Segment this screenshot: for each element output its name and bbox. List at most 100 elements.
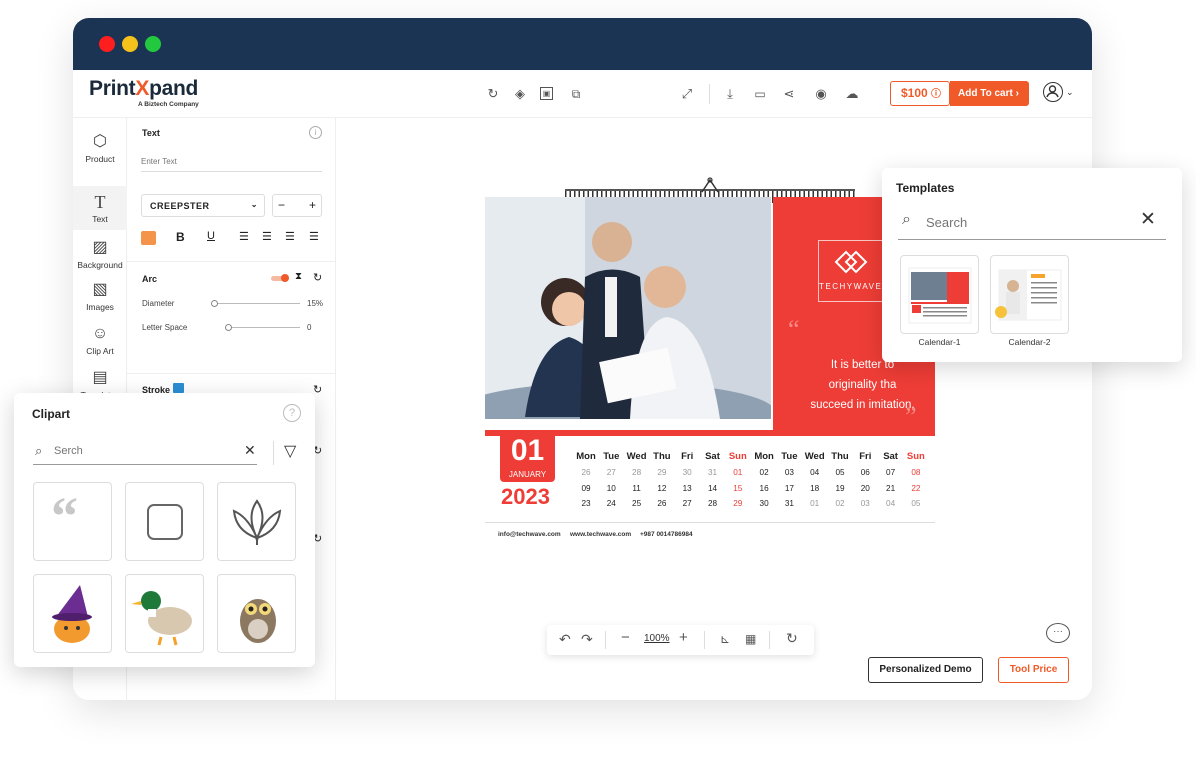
template-tile-calendar-2[interactable]	[990, 255, 1069, 334]
clipart-tile-duck[interactable]	[125, 574, 204, 653]
calendar-photo[interactable]	[455, 197, 775, 442]
calendar-day: 30	[682, 468, 692, 477]
price-badge[interactable]: $100 ⓘ	[890, 81, 950, 106]
clipart-search-input[interactable]	[54, 442, 244, 460]
search-icon: ⌕	[35, 443, 43, 458]
calendar-day: 23	[581, 499, 591, 508]
color-swatch[interactable]	[141, 231, 156, 245]
send-backward-icon[interactable]: ⧉	[568, 86, 584, 102]
sidebar-item-images[interactable]: ▧ Images	[73, 274, 127, 318]
bold-icon[interactable]: B	[176, 230, 185, 244]
calendar-day: 20	[860, 483, 870, 493]
info-icon[interactable]: i	[309, 126, 322, 139]
footer-phone: +987 0014786984	[640, 531, 693, 538]
font-select[interactable]: CREEPSTER ⌄	[141, 194, 265, 217]
close-window-button[interactable]	[99, 36, 115, 52]
reset-icon[interactable]: ↻	[313, 383, 322, 396]
calendar-day: 24	[606, 499, 616, 508]
underline-icon[interactable]: U	[207, 230, 215, 242]
sidebar-item-background[interactable]: ▨ Background	[73, 232, 127, 276]
refresh-icon[interactable]: ↻	[485, 86, 501, 102]
calendar-design[interactable]: TECHYWAVE “ It is better to originality t…	[455, 172, 935, 552]
template-label-calendar-1: Calendar-1	[918, 337, 961, 347]
diameter-value: 15%	[307, 299, 324, 308]
calendar-weekday: Wed	[626, 451, 647, 462]
clipart-popup: Clipart ? ⌕ ✕ ▽ “	[14, 393, 315, 667]
templates-title: Templates	[896, 181, 955, 195]
reset-view-icon[interactable]: ↻	[786, 630, 798, 647]
share-icon[interactable]: ⋖	[781, 86, 797, 102]
minimize-window-button[interactable]	[122, 36, 138, 52]
clipart-tile-quote[interactable]: “	[33, 482, 112, 561]
calendar-weekday: Sat	[883, 451, 898, 462]
templates-search-input[interactable]	[926, 213, 1126, 231]
quote-icon: “	[51, 486, 78, 546]
sidebar-item-clip-art[interactable]: ☺ Clip Art	[73, 318, 127, 362]
logo-mark-icon	[834, 250, 867, 274]
arc-toggle[interactable]	[271, 274, 289, 282]
ruler-icon[interactable]: ⊾	[720, 632, 730, 646]
calendar-day: 16	[759, 483, 769, 493]
download-icon[interactable]: ⤓	[722, 86, 738, 102]
fullscreen-icon[interactable]: ⤢	[679, 86, 695, 102]
calendar-day: 09	[581, 483, 591, 493]
sidebar-item-text[interactable]: T Text	[73, 186, 127, 230]
text-input[interactable]	[141, 152, 322, 172]
avatar[interactable]	[1043, 82, 1063, 102]
undo-icon[interactable]: ↶	[559, 631, 571, 648]
text-icon: T	[94, 192, 106, 212]
zoom-in-icon[interactable]: +	[679, 629, 688, 646]
diameter-slider[interactable]	[211, 300, 300, 307]
maximize-window-button[interactable]	[145, 36, 161, 52]
calendar-day: 06	[860, 468, 870, 477]
calendar-day: 22	[911, 483, 921, 493]
rounded-square-icon	[147, 504, 183, 540]
layers-icon[interactable]: ◈	[512, 86, 528, 102]
chevron-down-icon[interactable]: ⌄	[1066, 87, 1074, 98]
redo-icon[interactable]: ↷	[581, 631, 593, 648]
personalized-demo-button[interactable]: Personalized Demo	[868, 657, 983, 683]
calendar-day: 31	[784, 499, 794, 508]
clipart-tile-owl[interactable]	[217, 574, 296, 653]
lotus-icon	[232, 499, 282, 545]
align-center-icon[interactable]: ☰	[262, 230, 272, 243]
clipart-tile-lotus[interactable]	[217, 482, 296, 561]
align-left-icon[interactable]: ☰	[239, 230, 249, 243]
template-tile-calendar-1[interactable]	[900, 255, 979, 334]
calendar-day: 30	[759, 499, 769, 508]
calendar-day: 28	[632, 468, 642, 477]
font-size-stepper[interactable]: − +	[272, 194, 322, 217]
zoom-out-icon[interactable]: −	[621, 629, 630, 646]
calendar-day: 03	[860, 499, 870, 508]
bring-forward-icon[interactable]: ▣	[540, 87, 553, 100]
reset-icon[interactable]: ↻	[313, 271, 322, 284]
clipart-tile-square[interactable]	[125, 482, 204, 561]
clear-search-icon[interactable]: ✕	[244, 442, 256, 459]
clear-search-icon[interactable]: ✕	[1140, 208, 1156, 231]
preview-eye-icon[interactable]: ◉	[813, 86, 829, 102]
filter-icon[interactable]: ▽	[284, 441, 296, 461]
letter-space-slider[interactable]	[225, 324, 300, 331]
plus-icon[interactable]: +	[309, 198, 316, 212]
clipart-tile-pumpkin[interactable]	[33, 574, 112, 653]
sidebar-item-product[interactable]: ⬡ Product	[73, 126, 127, 170]
tool-price-button[interactable]: Tool Price	[998, 657, 1069, 683]
cloud-icon[interactable]: ☁	[844, 86, 860, 102]
flip-icon[interactable]: ⧗	[295, 271, 302, 282]
align-right-icon[interactable]: ☰	[285, 230, 295, 243]
arc-label: Arc	[142, 274, 158, 284]
save-icon[interactable]: ▭	[752, 86, 768, 102]
help-icon[interactable]: ?	[283, 404, 301, 422]
add-to-cart-button[interactable]: Add To cart ›	[950, 81, 1029, 106]
minus-icon[interactable]: −	[278, 198, 285, 212]
footer-email: info@techwave.com	[498, 531, 561, 538]
calendar-day: 21	[886, 483, 896, 493]
stroke-color-swatch[interactable]	[173, 383, 184, 393]
grid-icon[interactable]: ▦	[745, 632, 756, 646]
chat-icon[interactable]: ···	[1046, 623, 1070, 643]
zoom-level[interactable]: 100%	[644, 633, 670, 644]
chevron-right-icon: ›	[1015, 88, 1019, 99]
align-justify-icon[interactable]: ☰	[309, 230, 319, 243]
box-icon: ⬡	[93, 133, 107, 150]
calendar-day: 14	[707, 483, 718, 493]
